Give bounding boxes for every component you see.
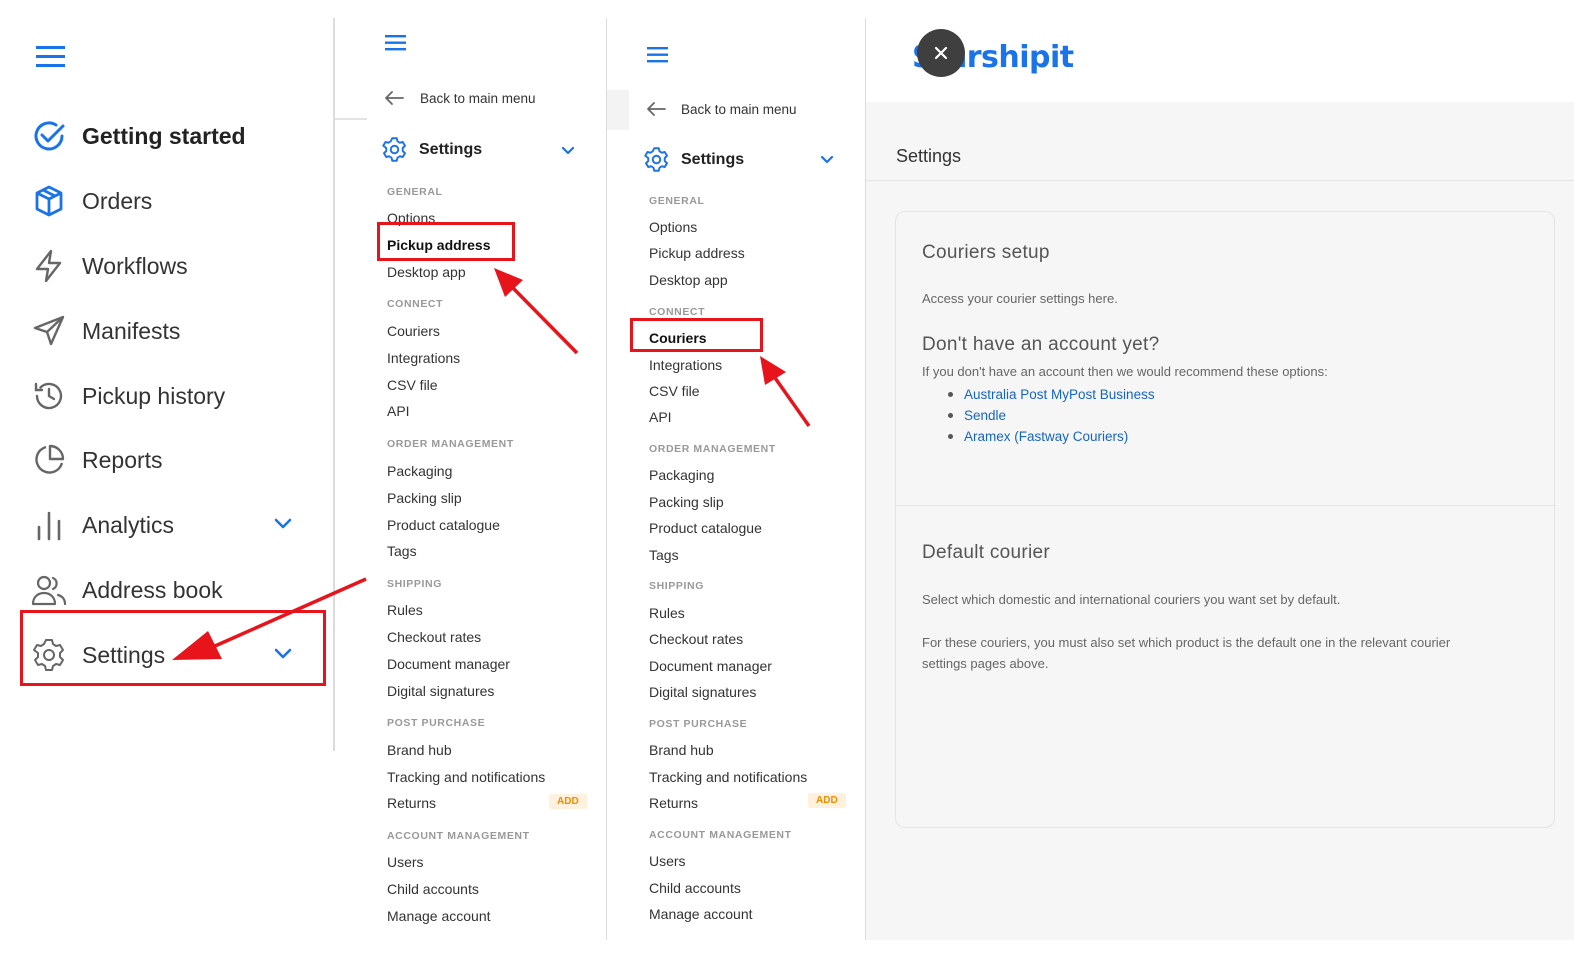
arrow-to-pickup-address xyxy=(494,268,579,355)
arrow-to-couriers xyxy=(760,356,811,428)
arrow-to-settings xyxy=(172,577,367,660)
annotation-arrows xyxy=(172,268,811,660)
